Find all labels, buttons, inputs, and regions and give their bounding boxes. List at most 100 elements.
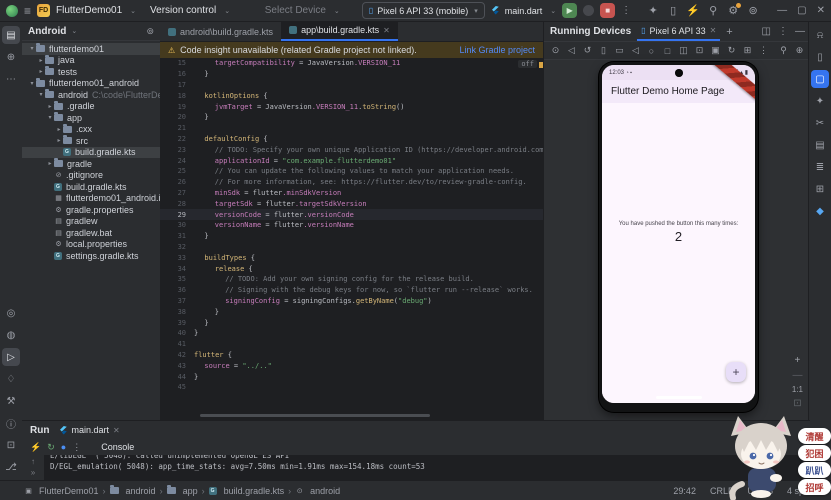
code-line[interactable]: 15targetCompatibility = JavaVersion.VERS… [160,58,543,69]
device-manager-icon[interactable]: ▯ [811,48,829,66]
terminal-icon[interactable]: ⊡ [2,436,20,454]
rotate-icon[interactable]: ↺ [580,45,595,56]
add-device-tab-icon[interactable]: + [726,26,732,38]
chevron-icon[interactable]: ▾ [28,45,36,52]
code-line[interactable]: 44} [160,371,543,382]
code-line[interactable]: 32 [160,242,543,253]
status-widget[interactable]: 29:42 [673,486,696,496]
zoom-ratio-label[interactable]: 1:1 [792,385,803,394]
pet-menu-item[interactable]: 趴趴 [798,462,831,478]
portrait-icon[interactable]: ▯ [596,45,611,56]
close-icon[interactable]: ✕ [113,426,120,435]
device-selector[interactable]: ▯ Pixel 6 API 33 (mobile) ▾ [362,2,485,19]
settings-icon[interactable]: ⊞ [740,45,755,56]
tree-item[interactable]: ▾flutterdemo01 [22,43,160,55]
emulator-screen[interactable]: 12:03 ◔ ▪ LTE ▴ ▮ Flutter Demo Home Page… [602,65,755,403]
select-device-label[interactable]: Select Device [265,5,326,16]
code-line[interactable]: 28targetSdk = flutter.targetSdkVersion [160,198,543,209]
more-icon[interactable]: ⋮ [778,26,788,37]
code-line[interactable]: 40} [160,328,543,339]
hide-icon[interactable]: — [795,26,805,37]
code-line[interactable]: 24applicationId = "com.example.flutterde… [160,155,543,166]
editor-horizontal-scrollbar[interactable] [200,414,430,417]
fab-increment-button[interactable]: + [726,362,746,382]
minimize-button[interactable]: — [777,5,787,16]
landscape-icon[interactable]: ▭ [612,45,627,56]
code-editor[interactable]: off 15targetCompatibility = JavaVersion.… [160,58,543,393]
code-line[interactable]: 42flutter { [160,350,543,361]
more-icon[interactable]: ⋮ [756,45,771,56]
pet-menu-item[interactable]: 犯困 [798,445,831,461]
breadcrumb[interactable]: ▣FlutterDemo01 [24,486,99,496]
close-icon[interactable]: ✕ [710,26,717,35]
settings-icon[interactable]: ⚙ [725,4,741,17]
chevron-icon[interactable]: ▸ [55,137,63,144]
notifications-icon[interactable]: ⍾ [811,26,829,44]
device-tab[interactable]: ▯ Pixel 6 API 33 ✕ [637,22,720,41]
tree-item[interactable]: ▦flutterdemo01_android.iml [22,193,160,205]
tree-item[interactable]: ⊘.gitignore [22,170,160,182]
search-icon[interactable]: ⚲ [705,4,721,17]
gemini-icon[interactable]: ✦ [645,4,661,17]
code-line[interactable]: 20} [160,112,543,123]
pet-menu-item[interactable]: 招呼 [798,479,831,495]
pet-menu-item[interactable]: 清醒 [798,428,831,444]
tree-item[interactable]: Gbuild.gradle.kts [22,147,160,159]
home-icon[interactable]: ○ [644,46,659,56]
device-explorer-icon[interactable]: ▤ [811,136,829,154]
main-menu-icon[interactable]: ≡ [24,4,31,18]
project-icon[interactable]: ▤ [2,26,20,44]
project-view-selector[interactable]: Android [28,26,66,37]
zoom-in-button[interactable]: + [795,355,801,366]
power-icon[interactable]: ⊙ [548,45,563,56]
console-output[interactable]: E/libEGL ( 5048): called unimplemented O… [44,455,810,481]
link-gradle-project-link[interactable]: Link Gradle project [459,45,535,55]
code-line[interactable]: 37signingConfig = signingConfigs.getByNa… [160,296,543,307]
profiler-icon[interactable]: ◎ [2,304,20,322]
tree-item[interactable]: ▸src [22,135,160,147]
code-line[interactable]: 17 [160,80,543,91]
code-line[interactable]: 26// For more information, see: https://… [160,177,543,188]
tree-item[interactable]: ▾flutterdemo01_android [22,78,160,90]
project-name[interactable]: FlutterDemo01 [56,5,122,16]
fold-icon[interactable]: ◫ [676,45,691,56]
tree-item[interactable]: ▤gradlew.bat [22,227,160,239]
scroll-top-icon[interactable]: ↑ [31,457,35,466]
code-line[interactable]: 18kotlinOptions { [160,90,543,101]
code-line[interactable]: 19jvmTarget = JavaVersion.VERSION_11.toS… [160,101,543,112]
logcat-icon[interactable]: ≣ [811,158,829,176]
code-line[interactable]: 30versionName = flutter.versionName [160,220,543,231]
desktop-pet[interactable]: 清醒犯困趴趴招呼 [728,406,831,500]
tree-item[interactable]: ▸java [22,55,160,67]
hot-restart-icon[interactable]: ↻ [47,442,55,453]
run-button[interactable]: ▶ [562,3,577,18]
code-line[interactable]: 27minSdk = flutter.minSdkVersion [160,188,543,199]
locate-file-icon[interactable]: ⊚ [146,26,154,37]
chevron-icon[interactable]: ▸ [55,126,63,133]
chevron-icon[interactable]: ▸ [46,160,54,167]
hot-reload-icon[interactable]: ⚡ [30,442,41,453]
pair-device-icon[interactable]: ⊕ [792,45,807,56]
chevron-icon[interactable]: ▸ [37,68,45,75]
code-line[interactable]: 41 [160,339,543,350]
profiler-icon[interactable]: ⚡ [685,4,701,17]
editor-tab[interactable]: android\build.gradle.kts [160,23,281,41]
code-line[interactable]: 39} [160,317,543,328]
more-icon[interactable]: ⋮ [72,442,81,453]
breadcrumb[interactable]: Gbuild.gradle.kts [209,486,285,496]
layout-inspector-icon[interactable]: ⊞ [811,180,829,198]
volume-icon[interactable]: ◁ [564,45,579,56]
vcs-menu[interactable]: Version control [150,5,216,16]
breadcrumb[interactable]: ⊙android [295,486,340,496]
problems-icon[interactable]: ⓘ [2,414,20,432]
code-line[interactable]: 21 [160,123,543,134]
record-icon[interactable]: ▣ [708,45,723,56]
code-line[interactable]: 45 [160,382,543,393]
code-line[interactable]: 36// Signing with the debug keys for now… [160,285,543,296]
stop-button[interactable]: ■ [600,3,615,18]
code-line[interactable]: 43source = "../.." [160,360,543,371]
more-actions-icon[interactable]: ⋮ [621,5,631,16]
account-icon[interactable]: ⊚ [745,4,761,17]
code-line[interactable]: 16} [160,69,543,80]
tree-item[interactable]: ▸.cxx [22,124,160,136]
